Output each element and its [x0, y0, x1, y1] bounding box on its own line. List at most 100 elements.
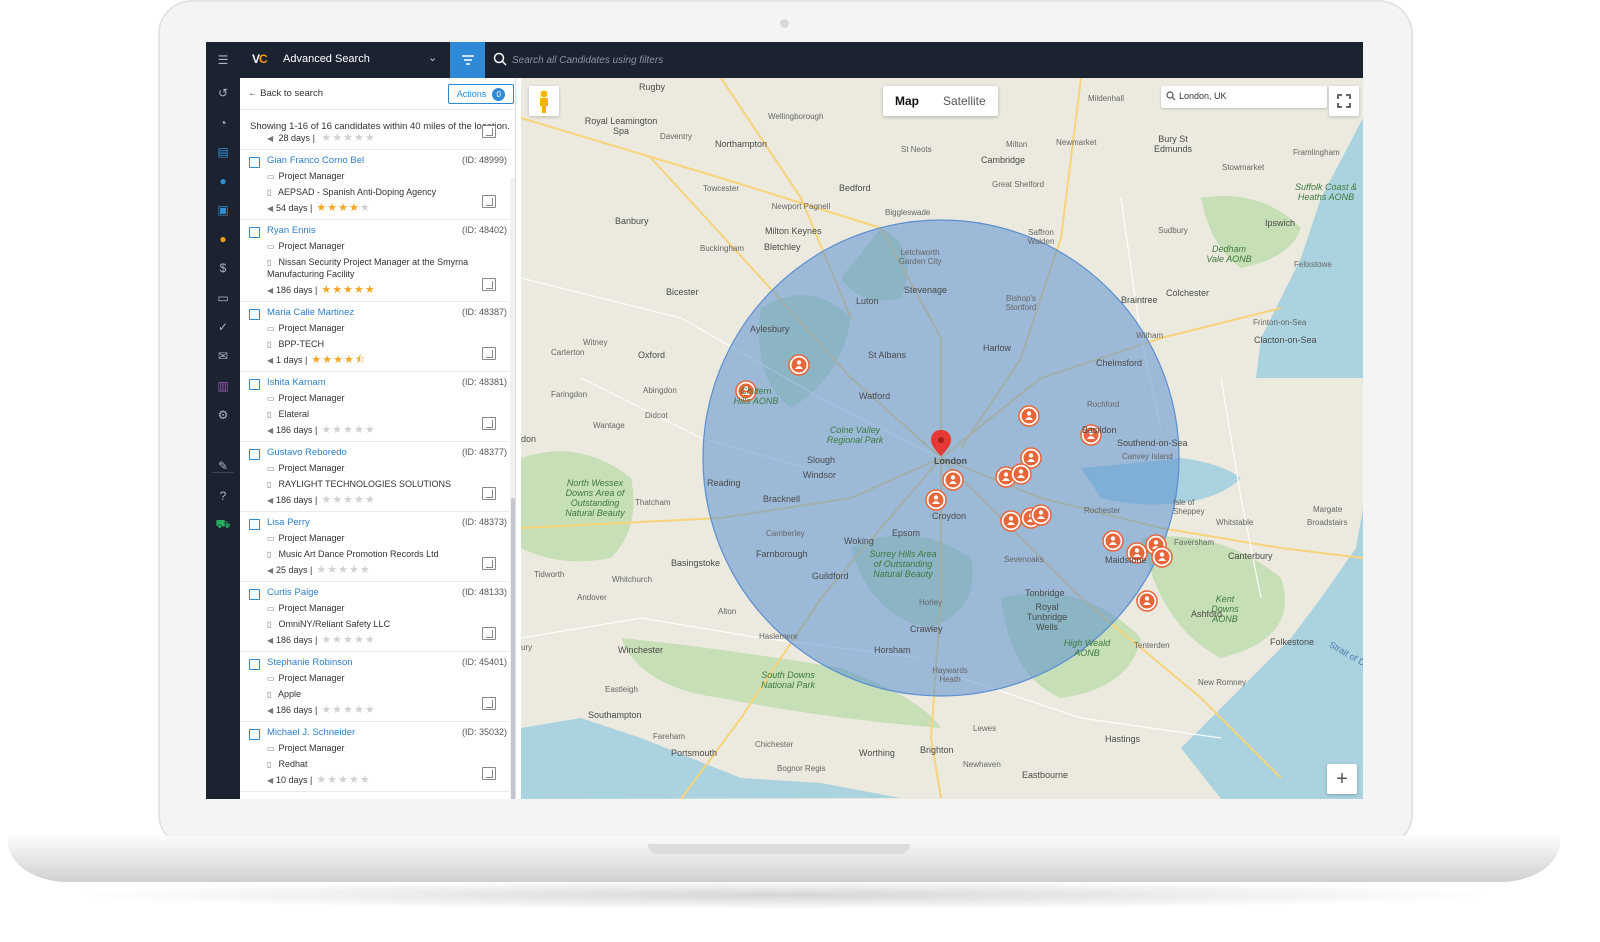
- candidate-marker-icon[interactable]: [1030, 504, 1052, 526]
- candidate-name-link[interactable]: Gustavo Reboredo: [267, 447, 347, 458]
- fullscreen-button[interactable]: [1329, 86, 1359, 116]
- map-type-map-button[interactable]: Map: [883, 86, 931, 116]
- star-icon[interactable]: ★: [332, 424, 343, 436]
- star-icon[interactable]: ★: [354, 424, 365, 436]
- star-icon[interactable]: ★: [343, 634, 354, 646]
- rating-stars[interactable]: ★★★★★: [321, 494, 375, 506]
- list-item[interactable]: Gustavo Reboredo (ID: 48377) ▭ Project Man…: [240, 442, 510, 512]
- star-icon[interactable]: ★: [365, 704, 376, 716]
- star-icon[interactable]: ★: [360, 774, 371, 786]
- company-icon[interactable]: ▤: [206, 141, 240, 163]
- candidate-name-link[interactable]: Curtis Paige: [267, 587, 319, 598]
- list-item[interactable]: Maria Calle Martinez (ID: 48387) ▭ Project…: [240, 302, 510, 372]
- star-icon[interactable]: ★: [321, 284, 332, 296]
- star-icon[interactable]: ★: [354, 494, 365, 506]
- star-icon[interactable]: ★: [354, 284, 365, 296]
- star-icon[interactable]: ★: [332, 284, 343, 296]
- star-icon[interactable]: ★: [316, 774, 327, 786]
- star-icon[interactable]: ★: [365, 132, 376, 144]
- star-icon[interactable]: ★: [321, 634, 332, 646]
- star-icon[interactable]: ★: [360, 202, 371, 214]
- list-item[interactable]: Ishita Karnam (ID: 48381) ▭ Project Manage…: [240, 372, 510, 442]
- candidate-marker-icon[interactable]: [1000, 510, 1022, 532]
- candidate-marker-icon[interactable]: [788, 354, 810, 376]
- select-checkbox[interactable]: [249, 157, 260, 168]
- billing-icon[interactable]: ▭: [206, 287, 240, 309]
- rating-stars[interactable]: ★★★★★: [321, 132, 376, 144]
- rating-stars[interactable]: ★★★★★: [316, 202, 371, 214]
- candidate-marker-icon[interactable]: [925, 489, 947, 511]
- note-icon[interactable]: [482, 487, 496, 500]
- note-icon[interactable]: [482, 697, 496, 710]
- reports-icon[interactable]: ▥: [206, 375, 240, 397]
- star-icon[interactable]: ★: [316, 564, 327, 576]
- jobs-icon[interactable]: ▣: [206, 199, 240, 221]
- note-icon[interactable]: [482, 195, 496, 208]
- scrollbar-thumb[interactable]: [511, 498, 515, 799]
- list-item[interactable]: Curtis Paige (ID: 48133) ▭ Project Manager…: [240, 582, 510, 652]
- candidate-name-link[interactable]: Lisa Perry: [267, 517, 310, 528]
- star-icon[interactable]: ★: [338, 774, 349, 786]
- select-checkbox[interactable]: [249, 519, 260, 530]
- email-icon[interactable]: ✉: [206, 345, 240, 367]
- star-icon[interactable]: ★: [327, 202, 338, 214]
- candidates-icon[interactable]: ●: [206, 228, 240, 250]
- star-icon[interactable]: ★: [343, 284, 354, 296]
- tasks-icon[interactable]: ✓: [206, 316, 240, 338]
- note-icon[interactable]: [482, 557, 496, 570]
- star-icon[interactable]: ★: [349, 202, 360, 214]
- star-icon[interactable]: ★: [365, 634, 376, 646]
- pencil-icon[interactable]: ✎: [206, 455, 240, 477]
- rating-stars[interactable]: ★★★★★: [321, 634, 376, 646]
- star-icon[interactable]: ★: [344, 354, 355, 366]
- rating-stars[interactable]: ★★★★★: [316, 774, 371, 786]
- candidate-marker-icon[interactable]: [1018, 405, 1040, 427]
- candidate-name-link[interactable]: Gian Franco Corno Bel: [267, 155, 364, 166]
- dollar-icon[interactable]: $: [206, 257, 240, 279]
- star-icon[interactable]: ★: [321, 494, 332, 506]
- star-icon[interactable]: ★: [332, 634, 343, 646]
- help-icon[interactable]: ?: [206, 485, 240, 507]
- candidate-marker-icon[interactable]: [942, 469, 964, 491]
- list-item[interactable]: Ryan Ennis (ID: 48402) ▭ Project Manager ▯ …: [240, 220, 510, 302]
- map-view[interactable]: Map Satellite London, UK + Rugby Royal L…: [521, 78, 1363, 799]
- star-icon[interactable]: ★: [321, 704, 332, 716]
- candidate-name-link[interactable]: Ryan Ennis: [267, 225, 316, 236]
- history-icon[interactable]: ↺: [206, 82, 240, 104]
- rating-stars[interactable]: ★★★★★: [321, 424, 375, 436]
- candidate-name-link[interactable]: Ishita Karnam: [267, 377, 326, 388]
- star-icon[interactable]: ★: [343, 704, 354, 716]
- star-icon[interactable]: ★: [327, 564, 338, 576]
- list-item[interactable]: Lisa Perry (ID: 48373) ▭ Project Manager ▯ …: [240, 512, 510, 582]
- candidate-marker-icon[interactable]: [1010, 463, 1032, 485]
- rating-stars[interactable]: ★★★★★: [321, 284, 375, 296]
- select-checkbox[interactable]: [249, 659, 260, 670]
- star-icon[interactable]: ★: [311, 354, 322, 366]
- star-icon[interactable]: ★: [322, 354, 333, 366]
- candidate-name-link[interactable]: Michael J. Schneider: [267, 727, 355, 738]
- star-icon[interactable]: ★: [349, 774, 360, 786]
- star-icon[interactable]: ★: [321, 424, 332, 436]
- star-icon[interactable]: ★: [360, 564, 371, 576]
- zoom-in-button[interactable]: +: [1327, 764, 1357, 794]
- candidate-marker-icon[interactable]: [1102, 530, 1124, 552]
- chevron-down-icon[interactable]: ⌄: [428, 51, 437, 64]
- candidate-marker-icon[interactable]: [1151, 546, 1173, 568]
- star-icon[interactable]: ★: [343, 494, 354, 506]
- select-checkbox[interactable]: [249, 729, 260, 740]
- search-input[interactable]: [512, 51, 1112, 69]
- list-item[interactable]: Gian Franco Corno Bel (ID: 48999) ▭ Projec…: [240, 150, 510, 220]
- star-icon[interactable]: ★: [349, 564, 360, 576]
- select-checkbox[interactable]: [249, 227, 260, 238]
- note-icon[interactable]: [482, 627, 496, 640]
- star-icon[interactable]: ★: [338, 564, 349, 576]
- note-icon[interactable]: [482, 278, 496, 291]
- star-icon[interactable]: ★: [316, 202, 327, 214]
- rating-stars[interactable]: ★★★★⯪: [311, 354, 366, 366]
- star-icon[interactable]: ★: [327, 774, 338, 786]
- menu-icon[interactable]: ☰: [206, 49, 240, 71]
- rating-stars[interactable]: ★★★★★: [321, 704, 376, 716]
- note-icon[interactable]: [482, 347, 496, 360]
- street-view-pegman-icon[interactable]: [529, 86, 559, 116]
- rating-stars[interactable]: ★★★★★: [316, 564, 371, 576]
